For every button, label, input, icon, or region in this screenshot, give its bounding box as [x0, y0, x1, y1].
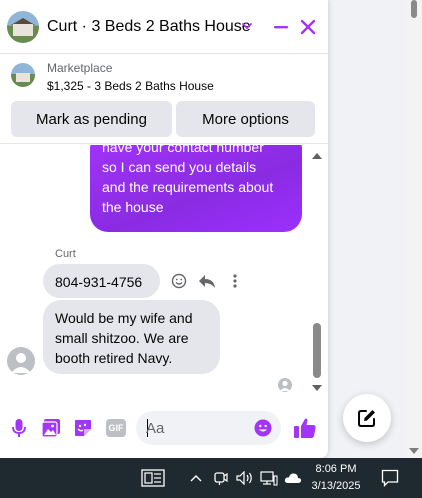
clock-date[interactable]: 3/13/2025: [308, 480, 364, 492]
more-options-button[interactable]: More options: [176, 101, 315, 137]
house-body: [13, 24, 33, 36]
show-hidden-icons-button[interactable]: [189, 471, 203, 485]
volume-button[interactable]: [235, 469, 255, 487]
more-button[interactable]: [224, 272, 246, 290]
photo-icon: [41, 419, 60, 438]
message-input[interactable]: [146, 418, 246, 438]
weather-button[interactable]: [283, 470, 303, 486]
page-scrollbar-thumb[interactable]: [411, 0, 417, 18]
microphone-icon: [12, 419, 26, 437]
message-list[interactable]: have your contact number so I can send y…: [0, 145, 328, 395]
sticker-icon: [75, 420, 91, 436]
person-icon: [280, 380, 290, 391]
scroll-up-arrow[interactable]: [312, 153, 322, 159]
outgoing-message[interactable]: have your contact number so I can send y…: [90, 145, 302, 232]
emoji-icon[interactable]: [254, 419, 272, 437]
person-icon: [11, 353, 31, 373]
gif-button[interactable]: GIF: [104, 417, 128, 439]
voice-clip-button[interactable]: [8, 417, 30, 439]
listing-title[interactable]: $1,325 - 3 Beds 2 Baths House: [47, 79, 214, 93]
react-button[interactable]: [168, 272, 190, 290]
notification-center-button[interactable]: [380, 468, 400, 488]
house-body: [16, 73, 30, 82]
chevron-down-icon[interactable]: [241, 20, 253, 32]
message-input-wrap[interactable]: [136, 411, 281, 445]
chat-header[interactable]: Curt · 3 Beds 2 Baths House: [0, 0, 328, 54]
chat-title[interactable]: Curt · 3 Beds 2 Baths House: [47, 18, 251, 36]
page-scrollbar[interactable]: [406, 0, 422, 458]
message-line: small shitzoo. We are: [55, 330, 189, 346]
marketplace-banner: Marketplace $1,325 - 3 Beds 2 Baths Hous…: [0, 55, 328, 144]
close-icon: [300, 19, 316, 35]
message-text: 804-931-4756: [55, 274, 143, 290]
message-actions: [168, 272, 252, 290]
network-button[interactable]: [259, 469, 279, 487]
network-icon: [260, 471, 278, 486]
messages-scrollbar[interactable]: [310, 145, 324, 395]
meet-now-button[interactable]: [213, 469, 229, 487]
message-composer: GIF: [0, 400, 328, 458]
sender-avatar[interactable]: [7, 347, 35, 375]
meet-now-icon: [214, 472, 228, 485]
reply-button[interactable]: [196, 272, 218, 290]
incoming-message[interactable]: Would be my wife and small shitzoo. We a…: [43, 300, 220, 374]
weather-icon: [284, 473, 302, 483]
messages-scrollbar-thumb[interactable]: [313, 323, 321, 378]
message-line: so I can send you details: [102, 159, 257, 175]
chevron-up-icon: [190, 475, 202, 482]
sender-name: Curt: [55, 248, 76, 260]
volume-icon: [236, 471, 252, 485]
minimize-button[interactable]: [270, 16, 292, 38]
close-button[interactable]: [297, 16, 319, 38]
task-view-button[interactable]: [140, 468, 166, 488]
message-line: booth retired Navy.: [55, 350, 173, 366]
page-scroll-down-arrow[interactable]: [409, 448, 419, 454]
incoming-message-phone[interactable]: 804-931-4756: [43, 264, 160, 298]
message-line: the house: [102, 199, 164, 215]
message-line: Would be my wife and: [55, 310, 193, 326]
mark-as-pending-button[interactable]: Mark as pending: [11, 101, 172, 137]
react-emoji-icon: [171, 273, 187, 289]
listing-thumbnail[interactable]: [11, 63, 35, 87]
clock-time[interactable]: 8:06 PM: [311, 463, 361, 475]
marketplace-label: Marketplace: [47, 61, 113, 75]
read-receipt-avatar: [278, 378, 292, 392]
listing-avatar[interactable]: [7, 11, 39, 43]
more-icon: [233, 274, 237, 288]
chat-window: Curt · 3 Beds 2 Baths House Marketplace …: [0, 0, 328, 458]
compose-icon: [358, 410, 375, 427]
sticker-button[interactable]: [72, 417, 94, 439]
gif-icon: GIF: [106, 419, 126, 437]
windows-taskbar: 8:06 PM 3/13/2025: [0, 458, 422, 498]
task-view-icon: [141, 469, 165, 487]
reply-icon: [199, 275, 215, 288]
notification-icon: [381, 469, 399, 487]
minimize-icon: [274, 26, 288, 29]
like-button[interactable]: [292, 417, 318, 439]
message-line: have your contact number: [102, 145, 264, 155]
attach-photo-button[interactable]: [40, 417, 62, 439]
like-icon: [294, 418, 316, 438]
scroll-down-arrow[interactable]: [312, 385, 322, 391]
message-line: and the requirements about: [102, 179, 274, 195]
new-message-button[interactable]: [343, 394, 391, 442]
